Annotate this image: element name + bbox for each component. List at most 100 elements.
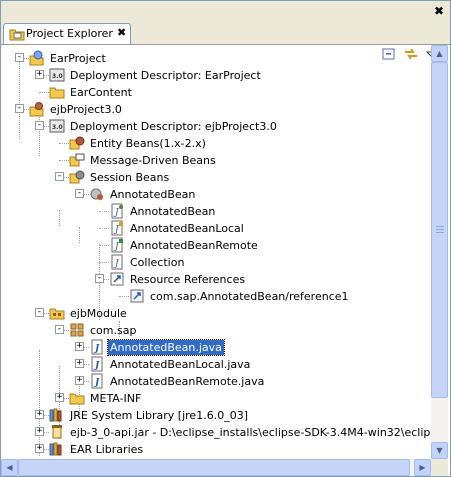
scroll-up-button[interactable]: ▲ bbox=[431, 45, 448, 62]
scroll-left-button[interactable]: ◀ bbox=[1, 459, 18, 476]
tree-item[interactable]: - ejbProject3.0 bbox=[1, 101, 431, 118]
tree-item[interactable]: J AnnotatedBeanLocal bbox=[1, 220, 431, 237]
source-folder-icon bbox=[49, 305, 65, 321]
tree-item[interactable]: Message-Driven Beans bbox=[1, 152, 431, 169]
tree-item[interactable]: + J AnnotatedBeanLocal.java bbox=[1, 356, 431, 373]
java-file-icon: J bbox=[89, 356, 105, 372]
tree-item[interactable]: + META-INF bbox=[1, 390, 431, 407]
horizontal-scrollbar[interactable]: ◀ ▶ bbox=[1, 459, 431, 476]
tree-item-label: Collection bbox=[130, 256, 185, 269]
collapse-icon[interactable]: - bbox=[15, 53, 24, 62]
resource-references-icon bbox=[109, 271, 125, 287]
tree-item-label: AnnotatedBeanLocal.java bbox=[110, 358, 251, 371]
expand-icon[interactable]: + bbox=[35, 410, 44, 419]
tree-item-label: ejbModule bbox=[70, 307, 127, 320]
collapse-icon[interactable]: - bbox=[55, 172, 64, 181]
tree-item[interactable]: J AnnotatedBean bbox=[1, 203, 431, 220]
tree-item-label: com.sap bbox=[90, 324, 137, 337]
tree-item-label: EAR Libraries bbox=[70, 443, 144, 456]
ejb-project-icon bbox=[29, 101, 45, 117]
bean-class-icon: J bbox=[109, 203, 125, 219]
tree-item-label: AnnotatedBean bbox=[110, 188, 196, 201]
tree-item-label: ejb-3_0-api.jar - D:\eclipse_installs\ec… bbox=[70, 426, 431, 439]
expand-icon[interactable]: + bbox=[55, 393, 64, 402]
expand-icon[interactable]: + bbox=[35, 444, 44, 453]
expand-icon[interactable]: + bbox=[35, 427, 44, 436]
tree-item[interactable]: Entity Beans(1.x-2.x) bbox=[1, 135, 431, 152]
collapse-icon[interactable]: - bbox=[15, 104, 24, 113]
horizontal-scroll-thumb[interactable] bbox=[18, 459, 410, 476]
scroll-right-button[interactable]: ▶ bbox=[414, 459, 431, 476]
tree-item[interactable]: +3.0 Deployment Descriptor: EarProject bbox=[1, 67, 431, 84]
tab-project-explorer[interactable]: Project Explorer ✖ bbox=[3, 23, 131, 44]
expand-icon[interactable]: + bbox=[75, 342, 84, 351]
tab-label: Project Explorer bbox=[26, 27, 113, 40]
java-file-icon: J bbox=[89, 339, 105, 355]
tree-item[interactable]: - com.sap bbox=[1, 322, 431, 339]
message-driven-beans-icon bbox=[69, 152, 85, 168]
scroll-down-button[interactable]: ▼ bbox=[431, 442, 448, 459]
expand-icon[interactable]: + bbox=[75, 359, 84, 368]
tree-item-label: AnnotatedBeanLocal bbox=[130, 222, 244, 235]
tree-item-label: ejbProject3.0 bbox=[50, 103, 122, 116]
tree-item-label: Message-Driven Beans bbox=[90, 154, 216, 167]
deployment-descriptor-icon: 3.0 bbox=[49, 67, 65, 83]
tree-item-label: Session Beans bbox=[90, 171, 170, 184]
collapse-icon[interactable]: - bbox=[95, 274, 104, 283]
tree-item[interactable]: + J AnnotatedBean.java bbox=[1, 339, 431, 356]
tree-item[interactable]: - ejbModule bbox=[1, 305, 431, 322]
tree-item-label: AnnotatedBeanRemote bbox=[130, 239, 258, 252]
tree-item[interactable]: + J AnnotatedBeanRemote.java bbox=[1, 373, 431, 390]
scrollbar-corner bbox=[431, 459, 448, 476]
tree-item-label: com.sap.AnnotatedBean/reference1 bbox=[150, 290, 349, 303]
tree-item[interactable]: EarContent bbox=[1, 84, 431, 101]
project-explorer-view: ✖ Project Explorer ✖ - EarProject + 3.0 … bbox=[0, 0, 451, 477]
collapse-icon[interactable]: - bbox=[35, 308, 44, 317]
session-beans-icon bbox=[69, 169, 85, 185]
svg-text:3.0: 3.0 bbox=[52, 73, 63, 80]
jar-icon bbox=[49, 424, 65, 440]
collection-icon: J bbox=[109, 254, 125, 270]
library-icon bbox=[49, 407, 65, 423]
collapse-icon[interactable]: - bbox=[35, 121, 44, 130]
close-icon[interactable]: ✖ bbox=[432, 4, 446, 18]
session-bean-icon bbox=[89, 186, 105, 202]
folder-icon bbox=[49, 84, 65, 100]
expand-icon[interactable]: + bbox=[35, 70, 44, 79]
project-explorer-icon bbox=[9, 27, 25, 44]
tree-item[interactable]: + EAR Libraries bbox=[1, 441, 431, 458]
vertical-scrollbar[interactable]: ▲ ▼ bbox=[431, 45, 448, 459]
tree-item[interactable]: + ejb-3_0-api.jar - D:\eclipse_installs\e… bbox=[1, 424, 431, 441]
folder-icon bbox=[69, 390, 85, 406]
view-title-strip: ✖ bbox=[1, 1, 450, 22]
tree-item[interactable]: - Session Beans bbox=[1, 169, 431, 186]
tree-item-label: EarContent bbox=[70, 86, 132, 99]
collapse-icon[interactable]: - bbox=[75, 189, 84, 198]
svg-text:3.0: 3.0 bbox=[52, 124, 63, 131]
tree-item-label: Entity Beans(1.x-2.x) bbox=[90, 137, 206, 150]
svg-text:J: J bbox=[93, 361, 100, 371]
package-icon bbox=[69, 322, 85, 338]
expand-icon[interactable]: + bbox=[75, 376, 84, 385]
java-file-icon: J bbox=[89, 373, 105, 389]
local-interface-icon: J bbox=[109, 220, 125, 236]
tab-close-icon[interactable]: ✖ bbox=[117, 26, 126, 39]
tree-item[interactable]: - AnnotatedBean bbox=[1, 186, 431, 203]
tree-item[interactable]: J Collection bbox=[1, 254, 431, 271]
tree-item-label: EarProject bbox=[50, 52, 106, 65]
tree-item-label: AnnotatedBean bbox=[130, 205, 216, 218]
library-icon bbox=[49, 441, 65, 457]
tree-item[interactable]: com.sap.AnnotatedBean/reference1 bbox=[1, 288, 431, 305]
tree-item[interactable]: - 3.0 Deployment Descriptor: ejbProject3.0 bbox=[1, 118, 431, 135]
vertical-scroll-thumb[interactable] bbox=[431, 62, 448, 398]
tree-item[interactable]: - EarProject bbox=[1, 50, 431, 67]
collapse-icon[interactable]: - bbox=[55, 325, 64, 334]
tree-item[interactable]: - Resource References bbox=[1, 271, 431, 288]
tree-item-label: META-INF bbox=[90, 392, 142, 405]
tree-item[interactable]: J AnnotatedBeanRemote bbox=[1, 237, 431, 254]
project-tree[interactable]: - EarProject +3.0 Deployment Descriptor: Ea… bbox=[1, 45, 431, 459]
tree-item[interactable]: + JRE System Library [jre1.6.0_03] bbox=[1, 407, 431, 424]
tree-item-label: Deployment Descriptor: ejbProject3.0 bbox=[70, 120, 277, 133]
svg-text:J: J bbox=[93, 344, 100, 354]
resource-reference-icon bbox=[129, 288, 145, 304]
